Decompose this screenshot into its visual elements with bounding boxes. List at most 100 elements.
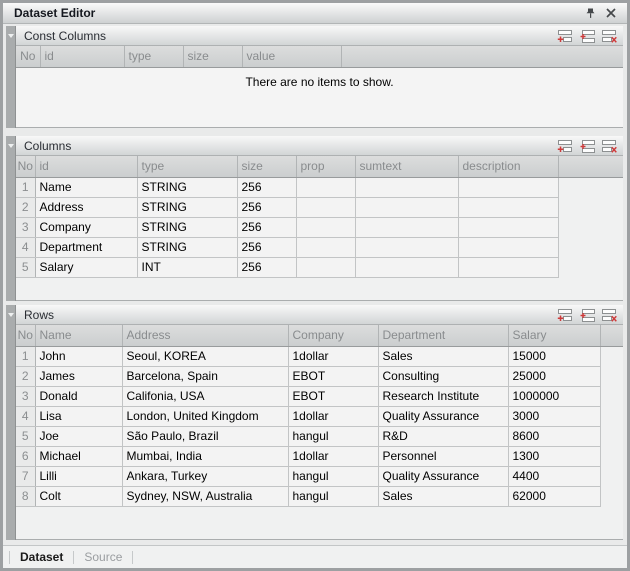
column-header-prop[interactable]: prop	[296, 156, 355, 177]
insert-row-icon[interactable]	[579, 308, 596, 322]
cell-company[interactable]: 1dollar	[288, 446, 378, 466]
cell-description[interactable]	[458, 197, 558, 217]
cell-prop[interactable]	[296, 217, 355, 237]
collapse-button-rows[interactable]	[6, 305, 16, 540]
cell-department[interactable]: Sales	[378, 486, 508, 506]
insert-row-icon[interactable]	[579, 29, 596, 43]
column-header-type[interactable]: type	[124, 46, 183, 67]
cell-salary[interactable]: 3000	[508, 406, 600, 426]
cell-size[interactable]: 256	[237, 237, 296, 257]
cell-salary[interactable]: 4400	[508, 466, 600, 486]
cell-department[interactable]: Sales	[378, 346, 508, 366]
column-header-no[interactable]: No	[16, 325, 35, 346]
cell-address[interactable]: São Paulo, Brazil	[122, 426, 288, 446]
cell-address[interactable]: Mumbai, India	[122, 446, 288, 466]
column-header-size[interactable]: size	[183, 46, 242, 67]
cell-name[interactable]: Joe	[35, 426, 122, 446]
add-row-icon[interactable]	[557, 308, 574, 322]
cell-sumtext[interactable]	[355, 177, 458, 197]
collapse-button-columns[interactable]	[6, 136, 16, 301]
cell-company[interactable]: EBOT	[288, 366, 378, 386]
cell-type[interactable]: INT	[137, 257, 237, 277]
cell-address[interactable]: Barcelona, Spain	[122, 366, 288, 386]
cell-name[interactable]: James	[35, 366, 122, 386]
cell-id[interactable]: Address	[35, 197, 137, 217]
cell-prop[interactable]	[296, 177, 355, 197]
cell-sumtext[interactable]	[355, 237, 458, 257]
cell-department[interactable]: Consulting	[378, 366, 508, 386]
cell-id[interactable]: Department	[35, 237, 137, 257]
cell-salary[interactable]: 25000	[508, 366, 600, 386]
row-number-cell[interactable]: 4	[16, 237, 35, 257]
cell-id[interactable]: Salary	[35, 257, 137, 277]
cell-department[interactable]: Research Institute	[378, 386, 508, 406]
tab-dataset[interactable]: Dataset	[10, 550, 73, 564]
pin-icon[interactable]	[583, 6, 598, 20]
cell-size[interactable]: 256	[237, 217, 296, 237]
row-number-cell[interactable]: 6	[16, 446, 35, 466]
delete-row-icon[interactable]	[601, 29, 618, 43]
cell-name[interactable]: Lisa	[35, 406, 122, 426]
cell-salary[interactable]: 62000	[508, 486, 600, 506]
column-header-department[interactable]: Department	[378, 325, 508, 346]
row-number-cell[interactable]: 5	[16, 257, 35, 277]
add-row-icon[interactable]	[557, 139, 574, 153]
cell-address[interactable]: Califonia, USA	[122, 386, 288, 406]
cell-type[interactable]: STRING	[137, 217, 237, 237]
cell-sumtext[interactable]	[355, 197, 458, 217]
cell-prop[interactable]	[296, 237, 355, 257]
cell-department[interactable]: R&D	[378, 426, 508, 446]
cell-sumtext[interactable]	[355, 257, 458, 277]
column-header-name[interactable]: Name	[35, 325, 122, 346]
cell-department[interactable]: Quality Assurance	[378, 406, 508, 426]
add-row-icon[interactable]	[557, 29, 574, 43]
row-number-cell[interactable]: 1	[16, 177, 35, 197]
cell-description[interactable]	[458, 217, 558, 237]
delete-row-icon[interactable]	[601, 139, 618, 153]
cell-size[interactable]: 256	[237, 257, 296, 277]
row-number-cell[interactable]: 3	[16, 217, 35, 237]
cell-name[interactable]: Donald	[35, 386, 122, 406]
cell-name[interactable]: John	[35, 346, 122, 366]
column-header-id[interactable]: id	[35, 156, 137, 177]
cell-salary[interactable]: 8600	[508, 426, 600, 446]
column-header-id[interactable]: id	[40, 46, 124, 67]
cell-type[interactable]: STRING	[137, 197, 237, 217]
row-number-cell[interactable]: 2	[16, 197, 35, 217]
cell-address[interactable]: Ankara, Turkey	[122, 466, 288, 486]
column-header-no[interactable]: No	[16, 156, 35, 177]
column-header-description[interactable]: description	[458, 156, 558, 177]
cell-department[interactable]: Quality Assurance	[378, 466, 508, 486]
cell-company[interactable]: hangul	[288, 486, 378, 506]
column-header-company[interactable]: Company	[288, 325, 378, 346]
row-number-cell[interactable]: 3	[16, 386, 35, 406]
cell-prop[interactable]	[296, 197, 355, 217]
row-number-cell[interactable]: 2	[16, 366, 35, 386]
cell-sumtext[interactable]	[355, 217, 458, 237]
row-number-cell[interactable]: 4	[16, 406, 35, 426]
cell-company[interactable]: hangul	[288, 466, 378, 486]
cell-salary[interactable]: 1300	[508, 446, 600, 466]
cell-name[interactable]: Colt	[35, 486, 122, 506]
cell-company[interactable]: 1dollar	[288, 406, 378, 426]
tab-source[interactable]: Source	[74, 550, 132, 564]
close-icon[interactable]	[603, 6, 618, 20]
cell-department[interactable]: Personnel	[378, 446, 508, 466]
cell-type[interactable]: STRING	[137, 177, 237, 197]
cell-company[interactable]: 1dollar	[288, 346, 378, 366]
cell-company[interactable]: hangul	[288, 426, 378, 446]
column-header-type[interactable]: type	[137, 156, 237, 177]
cell-size[interactable]: 256	[237, 197, 296, 217]
cell-address[interactable]: London, United Kingdom	[122, 406, 288, 426]
cell-description[interactable]	[458, 237, 558, 257]
row-number-cell[interactable]: 7	[16, 466, 35, 486]
collapse-button-const-columns[interactable]	[6, 26, 16, 128]
cell-id[interactable]: Name	[35, 177, 137, 197]
row-number-cell[interactable]: 8	[16, 486, 35, 506]
cell-name[interactable]: Michael	[35, 446, 122, 466]
cell-name[interactable]: Lilli	[35, 466, 122, 486]
cell-address[interactable]: Seoul, KOREA	[122, 346, 288, 366]
insert-row-icon[interactable]	[579, 139, 596, 153]
cell-salary[interactable]: 15000	[508, 346, 600, 366]
cell-size[interactable]: 256	[237, 177, 296, 197]
